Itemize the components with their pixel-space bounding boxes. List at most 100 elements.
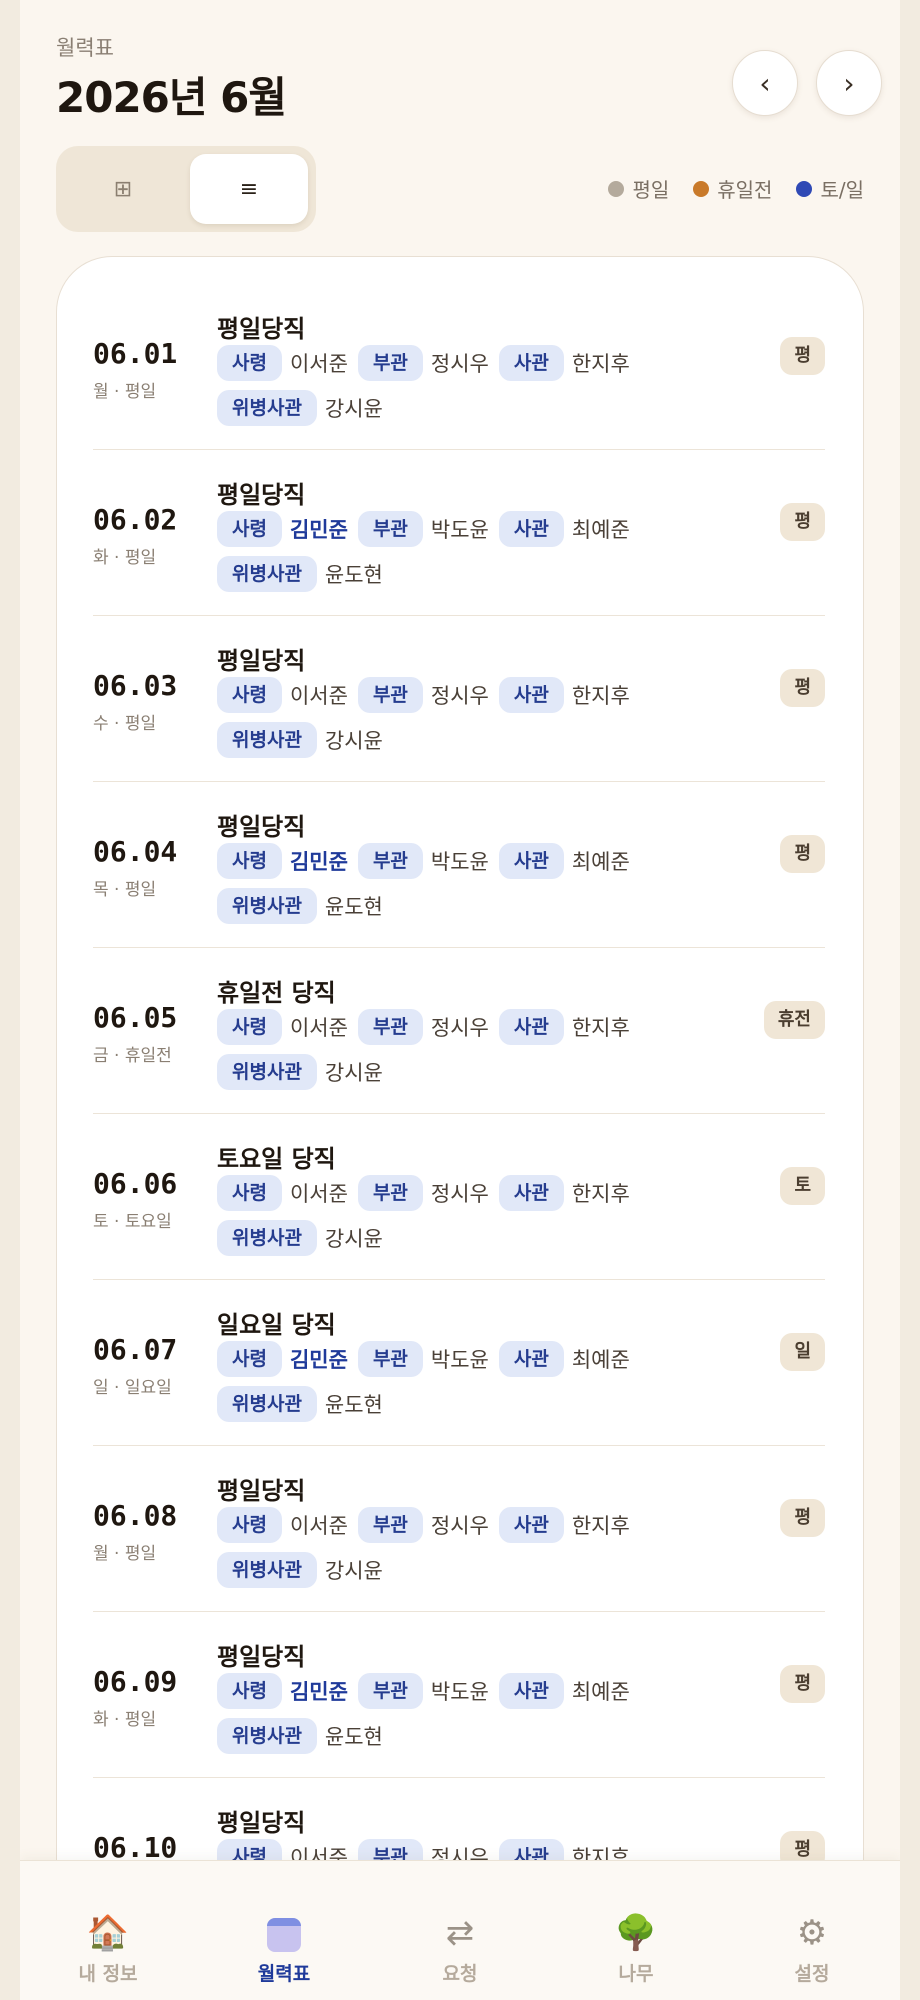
duty-line-1: 사령 이서준 부관 정시우 사관 한지후 [217,1175,632,1211]
person-saryeong: 김민준 [289,850,348,874]
prev-month-button[interactable]: ‹ [732,50,798,116]
role-tag-bugwan: 부관 [357,1507,423,1543]
day-type-badge: 평 [780,503,825,541]
shift-title: 평일당직 [217,481,306,509]
legend-label: 토/일 [820,178,864,202]
row-weekday: 목 · 평일 [93,880,157,900]
role-tag-wibyeong: 위병사관 [217,1054,317,1090]
row-date: 06.05 [93,1001,178,1034]
legend-dot [796,180,813,197]
row-weekday: 화 · 평일 [93,1710,157,1730]
row-date: 06.02 [93,503,178,536]
role-tag-saryeong: 사령 [217,1507,282,1543]
view-toggle: ⊞ ≡ [56,146,316,232]
row-weekday: 금 · 휴일전 [93,1046,172,1066]
person-saryeong: 이서준 [289,1016,348,1040]
schedule-row[interactable]: 06.09 화 · 평일 평일당직 사령 김민준 부관 박도윤 사관 최예준 위… [93,1611,825,1778]
shift-title: 평일당직 [217,813,306,841]
duty-line-1: 사령 이서준 부관 정시우 사관 한지후 [217,1507,632,1543]
legend-label: 평일 [632,178,670,202]
role-tag-sagwan: 사관 [498,1009,564,1045]
schedule-row[interactable]: 06.05 금 · 휴일전 휴일전 당직 사령 이서준 부관 정시우 사관 한지… [93,947,825,1114]
role-tag-sagwan: 사관 [498,345,564,381]
duty-line-2: 위병사관 윤도현 [217,1718,385,1754]
person-saryeong: 김민준 [289,1680,348,1704]
role-tag-saryeong: 사령 [217,677,282,713]
shift-title: 평일당직 [217,1477,306,1505]
role-tag-bugwan: 부관 [357,843,423,879]
shift-title: 평일당직 [217,1809,306,1837]
role-tag-sagwan: 사관 [498,677,564,713]
nav-tab-label: 나무 [618,1963,654,1985]
role-tag-saryeong: 사령 [217,345,282,381]
duty-line-2: 위병사관 윤도현 [217,888,385,924]
nav-tab-swap[interactable]: ⇄ 요청 [372,1861,548,2000]
person-sagwan: 최예준 [571,850,630,874]
grid-view-button[interactable]: ⊞ [64,154,182,224]
role-tag-bugwan: 부관 [357,1009,423,1045]
schedule-row[interactable]: 06.03 수 · 평일 평일당직 사령 이서준 부관 정시우 사관 한지후 위… [93,615,825,782]
nav-tab-calendar[interactable]: 월력표 [196,1861,372,2000]
schedule-row[interactable]: 06.07 일 · 일요일 일요일 당직 사령 김민준 부관 박도윤 사관 최예… [93,1279,825,1446]
nav-tab-label: 설정 [794,1963,830,1985]
calendar-glyph [267,1917,301,1952]
list-view-button[interactable]: ≡ [190,154,308,224]
day-type-badge: 평 [780,337,825,375]
row-date: 06.03 [93,669,178,702]
gear-icon: ⚙ [796,1913,828,1953]
person-saryeong: 이서준 [289,1182,348,1206]
schedule-row[interactable]: 06.06 토 · 토요일 토요일 당직 사령 이서준 부관 정시우 사관 한지… [93,1113,825,1280]
person-bugwan: 박도윤 [430,518,489,542]
next-month-button[interactable]: › [816,50,882,116]
person-saryeong: 김민준 [289,1348,348,1372]
calendar-icon [267,1911,301,1955]
app-root: 월력표 2026년 6월 ‹ › ⊞ ≡ 평일 휴일전 토/일 06.01 월 … [20,0,900,2000]
role-tag-wibyeong: 위병사관 [217,1552,317,1588]
duty-line-1: 사령 이서준 부관 정시우 사관 한지후 [217,677,632,713]
role-tag-wibyeong: 위병사관 [217,556,317,592]
swap-icon: ⇄ [445,1913,475,1953]
nav-tab-gear[interactable]: ⚙ 설정 [724,1861,900,2000]
role-tag-saryeong: 사령 [217,1009,282,1045]
role-tag-wibyeong: 위병사관 [217,1220,317,1256]
duty-line-1: 사령 김민준 부관 박도윤 사관 최예준 [217,511,632,547]
schedule-row[interactable]: 06.08 월 · 평일 평일당직 사령 이서준 부관 정시우 사관 한지후 위… [93,1445,825,1612]
person-saryeong: 김민준 [289,518,348,542]
person-sagwan: 최예준 [571,518,630,542]
duty-line-1: 사령 이서준 부관 정시우 사관 한지후 [217,345,632,381]
role-tag-wibyeong: 위병사관 [217,888,317,924]
person-bugwan: 정시우 [430,1514,489,1538]
header: 월력표 2026년 6월 ‹ › [56,30,882,122]
person-wibyeong: 강시윤 [324,1227,383,1251]
row-weekday: 토 · 토요일 [93,1212,172,1232]
chevron-left-icon: ‹ [759,66,771,100]
person-sagwan: 한지후 [571,1182,630,1206]
duty-line-2: 위병사관 강시윤 [217,390,385,426]
nav-tab-label: 월력표 [257,1963,311,1985]
role-tag-bugwan: 부관 [357,511,423,547]
shift-title: 평일당직 [217,647,306,675]
role-tag-sagwan: 사관 [498,1673,564,1709]
nav-tab-tree[interactable]: 🌳 나무 [548,1861,724,2000]
row-date: 06.01 [93,337,178,370]
role-tag-saryeong: 사령 [217,1673,282,1709]
day-type-badge: 평 [780,1499,825,1537]
list-icon: ≡ [239,176,259,202]
role-tag-sagwan: 사관 [498,1175,564,1211]
legend: 평일 휴일전 토/일 [608,174,864,203]
schedule-row[interactable]: 06.04 목 · 평일 평일당직 사령 김민준 부관 박도윤 사관 최예준 위… [93,781,825,948]
chevron-right-icon: › [843,66,855,100]
duty-line-1: 사령 이서준 부관 정시우 사관 한지후 [217,1009,632,1045]
row-weekday: 수 · 평일 [93,714,157,734]
nav-tab-home[interactable]: 🏠 내 정보 [20,1861,196,2000]
role-tag-sagwan: 사관 [498,511,564,547]
schedule-row[interactable]: 06.01 월 · 평일 평일당직 사령 이서준 부관 정시우 사관 한지후 위… [93,283,825,450]
role-tag-wibyeong: 위병사관 [217,722,317,758]
role-tag-bugwan: 부관 [357,1341,423,1377]
person-bugwan: 박도윤 [430,1348,489,1372]
role-tag-wibyeong: 위병사관 [217,1718,317,1754]
duty-line-2: 위병사관 윤도현 [217,1386,385,1422]
person-sagwan: 최예준 [571,1348,630,1372]
person-sagwan: 최예준 [571,1680,630,1704]
schedule-row[interactable]: 06.02 화 · 평일 평일당직 사령 김민준 부관 박도윤 사관 최예준 위… [93,449,825,616]
